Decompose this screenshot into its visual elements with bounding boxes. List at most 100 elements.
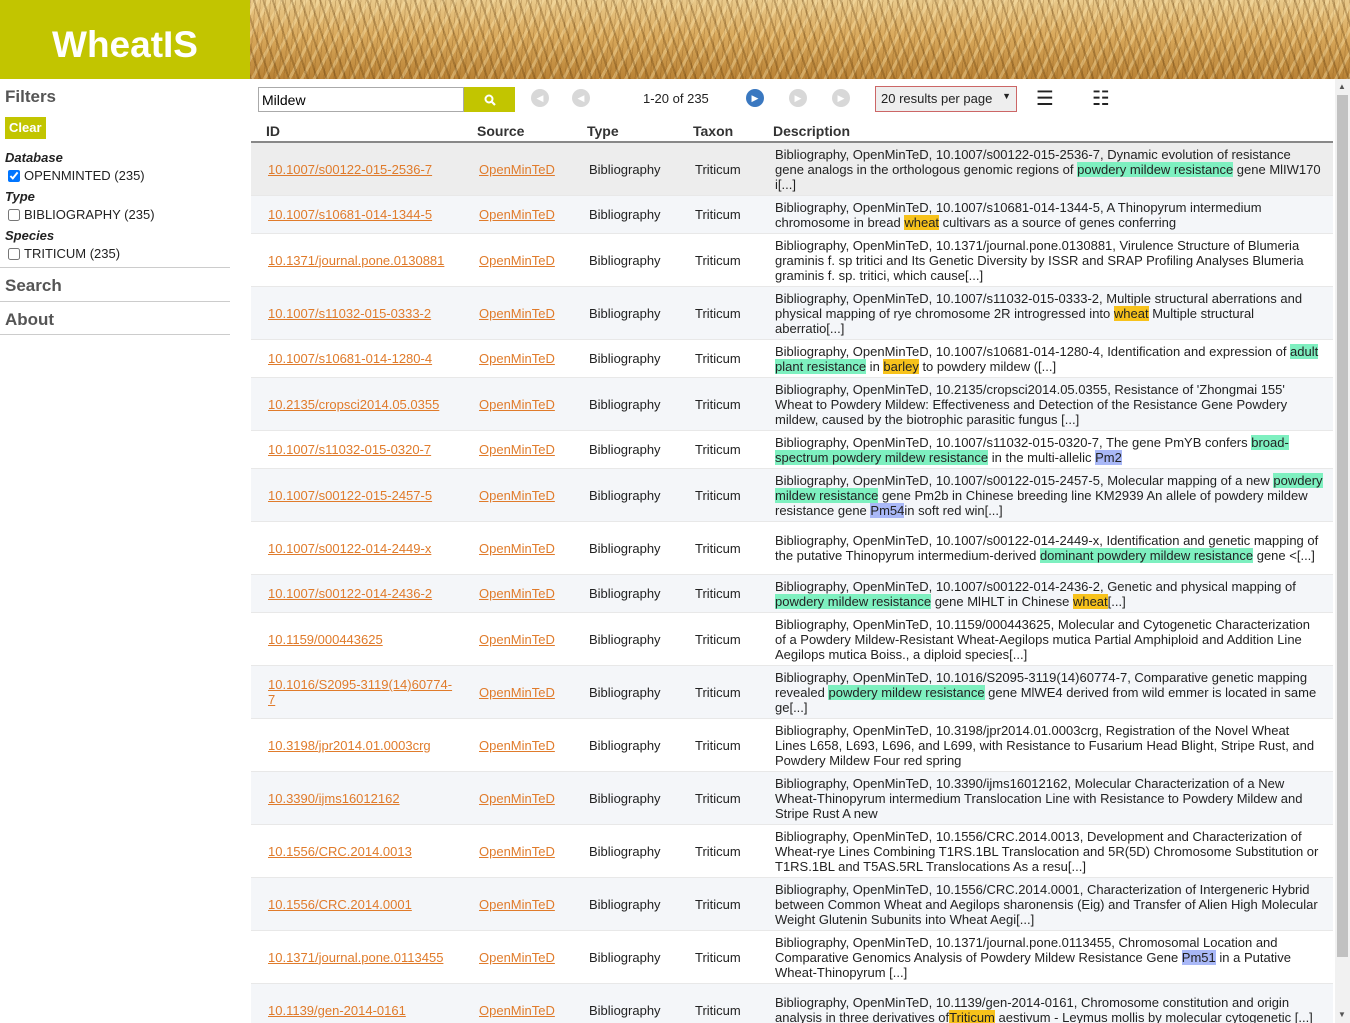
scroll-down-icon[interactable]: ▼ <box>1338 1010 1346 1019</box>
search-input[interactable] <box>258 87 464 112</box>
table-row[interactable]: 10.1007/s00122-015-2536-7 OpenMinTeD Bibli… <box>251 143 1333 196</box>
column-header-type[interactable]: Type <box>587 123 619 139</box>
record-id-link[interactable]: 10.1007/s11032-015-0320-7 <box>268 442 431 457</box>
facet-item-triticum[interactable]: TRITICUM (235) <box>8 246 120 261</box>
previous-page-icon[interactable]: ◀ <box>572 89 590 107</box>
table-row[interactable]: 10.1159/000443625 OpenMinTeD Bibliography T… <box>251 613 1333 666</box>
source-link[interactable]: OpenMinTeD <box>479 738 555 753</box>
table-row[interactable]: 10.1556/CRC.2014.0013 OpenMinTeD Bibliogra… <box>251 825 1333 878</box>
table-row[interactable]: 10.1007/s11032-015-0320-7 OpenMinTeD Bibli… <box>251 431 1333 469</box>
list-view-icon[interactable]: ☰ <box>1036 89 1054 109</box>
table-row[interactable]: 10.1016/S2095-3119(14)60774-7 OpenMinTeD B… <box>251 666 1333 719</box>
grid-view-icon[interactable]: ☷ <box>1092 89 1110 109</box>
source-link[interactable]: OpenMinTeD <box>479 897 555 912</box>
highlighted-term: powdery mildew resistance <box>1077 161 1234 177</box>
cell-id: 10.3390/ijms16012162 <box>268 772 458 824</box>
source-link[interactable]: OpenMinTeD <box>479 632 555 647</box>
highlighted-term: dominant powdery mildew resistance <box>1039 548 1254 563</box>
source-link[interactable]: OpenMinTeD <box>479 351 555 366</box>
source-link[interactable]: OpenMinTeD <box>479 397 555 412</box>
cell-source: OpenMinTeD <box>479 984 579 1023</box>
record-id-link[interactable]: 10.1139/gen-2014-0161 <box>268 1003 406 1018</box>
last-page-icon[interactable]: ▶ <box>832 89 850 107</box>
record-id-link[interactable]: 10.1371/journal.pone.0113455 <box>268 950 443 965</box>
record-id-link[interactable]: 10.1007/s00122-015-2457-5 <box>268 488 432 503</box>
table-row[interactable]: 10.1007/s00122-015-2457-5 OpenMinTeD Bibli… <box>251 469 1333 522</box>
description-text: gene MlHLT in Chinese <box>931 593 1073 609</box>
source-link[interactable]: OpenMinTeD <box>479 162 555 177</box>
table-row[interactable]: 10.1007/s11032-015-0333-2 OpenMinTeD Bibli… <box>251 287 1333 340</box>
cell-source: OpenMinTeD <box>479 431 579 468</box>
table-row[interactable]: 10.1007/s00122-014-2449-x OpenMinTeD Bibli… <box>251 522 1333 575</box>
record-id-link[interactable]: 10.1371/journal.pone.0130881 <box>268 253 444 268</box>
source-link[interactable]: OpenMinTeD <box>479 207 555 222</box>
source-link[interactable]: OpenMinTeD <box>479 253 555 268</box>
record-id-link[interactable]: 10.1556/CRC.2014.0001 <box>268 897 412 912</box>
facet-item-bibliography[interactable]: BIBLIOGRAPHY (235) <box>8 207 155 222</box>
record-id-link[interactable]: 10.1016/S2095-3119(14)60774-7 <box>268 677 458 707</box>
column-header-id[interactable]: ID <box>266 123 280 139</box>
record-id-link[interactable]: 10.2135/cropsci2014.05.0355 <box>268 397 439 412</box>
description-text: aestivum - Leymus mollis by molecular cy… <box>994 1010 1313 1023</box>
column-header-taxon[interactable]: Taxon <box>693 123 733 139</box>
cell-source: OpenMinTeD <box>479 825 579 877</box>
table-row[interactable]: 10.1371/journal.pone.0130881 OpenMinTeD Bi… <box>251 234 1333 287</box>
source-link[interactable]: OpenMinTeD <box>479 1003 555 1018</box>
record-id-link[interactable]: 10.1007/s00122-014-2449-x <box>268 541 431 556</box>
source-link[interactable]: OpenMinTeD <box>479 541 555 556</box>
highlighted-term: barley <box>883 358 919 374</box>
highlighted-term: powdery mildew resistance <box>775 593 932 609</box>
facet-checkbox-triticum[interactable] <box>8 247 20 260</box>
page-scrollbar[interactable]: ▲ ▼ <box>1335 79 1350 1023</box>
table-row[interactable]: 10.3198/jpr2014.01.0003crg OpenMinTeD Bibl… <box>251 719 1333 772</box>
facet-checkbox-bibliography[interactable] <box>8 208 20 221</box>
table-row[interactable]: 10.1007/s00122-014-2436-2 OpenMinTeD Bibli… <box>251 575 1333 613</box>
table-row[interactable]: 10.1007/s10681-014-1344-5 OpenMinTeD Bibli… <box>251 196 1333 234</box>
record-id-link[interactable]: 10.1159/000443625 <box>268 632 383 647</box>
cell-description: Bibliography, OpenMinTeD, 10.1007/s10681… <box>775 196 1323 233</box>
source-link[interactable]: OpenMinTeD <box>479 844 555 859</box>
cell-source: OpenMinTeD <box>479 143 579 195</box>
table-row[interactable]: 10.1371/journal.pone.0113455 OpenMinTeD Bi… <box>251 931 1333 984</box>
fast-forward-icon[interactable]: ▶ <box>789 89 807 107</box>
source-link[interactable]: OpenMinTeD <box>479 488 555 503</box>
sidebar-item-search[interactable]: Search <box>0 267 230 301</box>
cell-description: Bibliography, OpenMinTeD, 10.1007/s10681… <box>775 340 1323 377</box>
next-page-icon[interactable]: ▶ <box>746 89 764 107</box>
scroll-thumb[interactable] <box>1337 95 1348 957</box>
record-id-link[interactable]: 10.1007/s00122-014-2436-2 <box>268 586 432 601</box>
first-page-icon[interactable]: ◀ <box>531 89 549 107</box>
source-link[interactable]: OpenMinTeD <box>479 685 555 700</box>
record-id-link[interactable]: 10.3390/ijms16012162 <box>268 791 400 806</box>
source-link[interactable]: OpenMinTeD <box>479 950 555 965</box>
record-id-link[interactable]: 10.1556/CRC.2014.0013 <box>268 844 412 859</box>
results-per-page-select[interactable]: 20 results per page ▼ <box>875 86 1017 112</box>
record-id-link[interactable]: 10.1007/s10681-014-1280-4 <box>268 351 432 366</box>
table-row[interactable]: 10.1139/gen-2014-0161 OpenMinTeD Bibliogra… <box>251 984 1333 1023</box>
table-row[interactable]: 10.1556/CRC.2014.0001 OpenMinTeD Bibliogra… <box>251 878 1333 931</box>
highlighted-term: powdery mildew resistance <box>828 684 985 700</box>
table-row[interactable]: 10.3390/ijms16012162 OpenMinTeD Bibliograp… <box>251 772 1333 825</box>
search-button[interactable] <box>464 87 515 112</box>
record-id-link[interactable]: 10.1007/s00122-015-2536-7 <box>268 162 432 177</box>
column-header-description[interactable]: Description <box>773 123 850 139</box>
results-table-header: ID Source Type Taxon Description <box>251 121 1333 143</box>
scroll-up-icon[interactable]: ▲ <box>1338 82 1346 91</box>
source-link[interactable]: OpenMinTeD <box>479 586 555 601</box>
record-id-link[interactable]: 10.3198/jpr2014.01.0003crg <box>268 738 431 753</box>
facet-checkbox-openminted[interactable] <box>8 169 20 182</box>
table-row[interactable]: 10.2135/cropsci2014.05.0355 OpenMinTeD Bib… <box>251 378 1333 431</box>
source-link[interactable]: OpenMinTeD <box>479 442 555 457</box>
facet-item-openminted[interactable]: OPENMINTED (235) <box>8 168 145 183</box>
column-header-source[interactable]: Source <box>477 123 524 139</box>
record-id-link[interactable]: 10.1007/s11032-015-0333-2 <box>268 306 431 321</box>
cell-source: OpenMinTeD <box>479 469 579 521</box>
source-link[interactable]: OpenMinTeD <box>479 306 555 321</box>
app-logo[interactable]: WheatIS <box>0 0 250 79</box>
record-id-link[interactable]: 10.1007/s10681-014-1344-5 <box>268 207 432 222</box>
clear-filters-button[interactable]: Clear <box>5 117 46 139</box>
sidebar-item-about[interactable]: About <box>0 301 230 335</box>
table-row[interactable]: 10.1007/s10681-014-1280-4 OpenMinTeD Bibli… <box>251 340 1333 378</box>
source-link[interactable]: OpenMinTeD <box>479 791 555 806</box>
cell-taxon: Triticum <box>695 684 741 700</box>
